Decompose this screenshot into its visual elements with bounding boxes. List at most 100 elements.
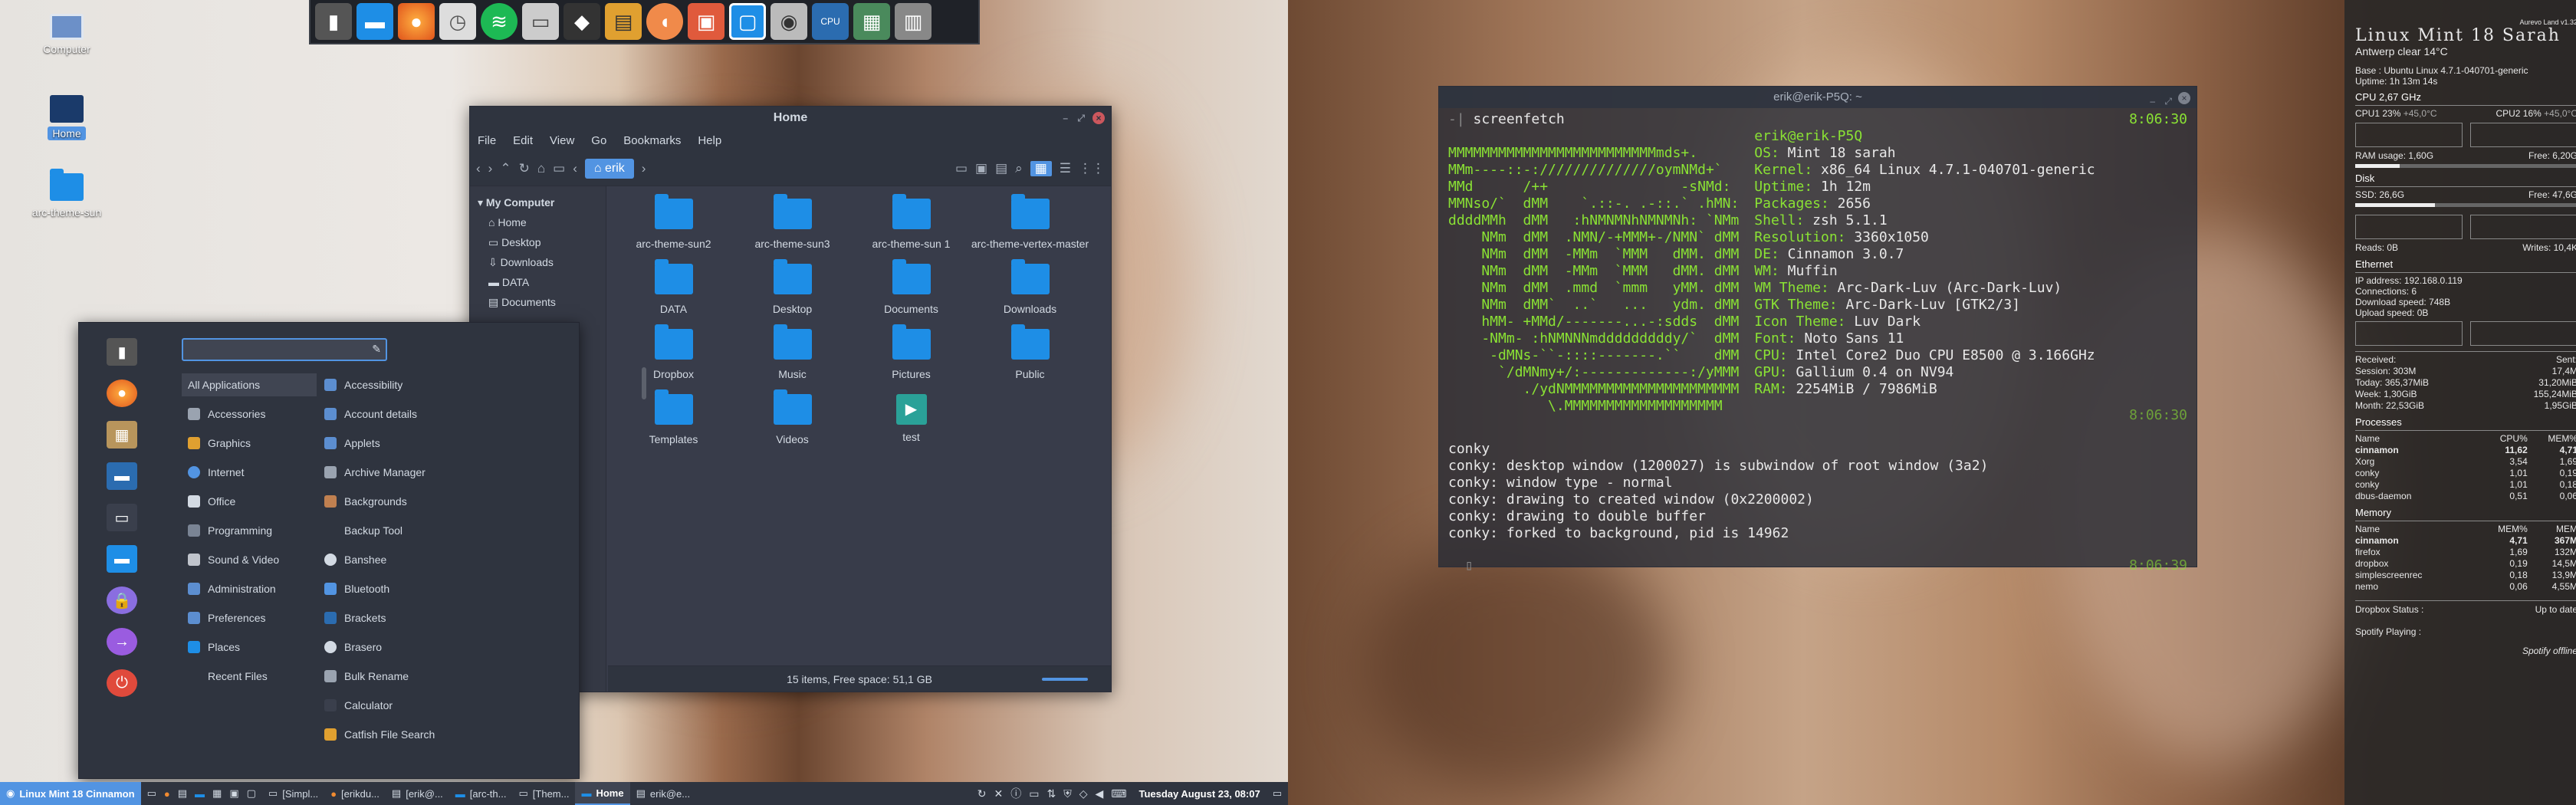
app-item[interactable]: Applets bbox=[321, 429, 567, 458]
image-viewer-icon[interactable]: ▭ bbox=[522, 3, 559, 40]
icon-view-icon[interactable]: ▦ bbox=[1030, 160, 1052, 176]
menu-edit[interactable]: Edit bbox=[513, 134, 533, 147]
forward-icon[interactable]: › bbox=[488, 161, 493, 176]
file-item[interactable]: arc-theme-vertex-master bbox=[971, 194, 1089, 250]
cpu-monitor-icon[interactable]: CPU bbox=[812, 3, 849, 40]
settings-icon[interactable]: ▬ bbox=[107, 462, 137, 490]
maximize-icon[interactable]: ⤢ bbox=[1077, 113, 1085, 124]
window-button[interactable]: ▤ [erik@... bbox=[386, 782, 449, 805]
app-launcher-icon[interactable]: ▢ bbox=[247, 787, 256, 800]
app-item[interactable]: Brasero bbox=[321, 632, 567, 662]
menu-help[interactable]: Help bbox=[698, 134, 721, 147]
volume-icon[interactable]: ◀ bbox=[1095, 787, 1103, 800]
app-item[interactable]: Backup Tool bbox=[321, 516, 567, 545]
menu-bookmarks[interactable]: Bookmarks bbox=[623, 134, 681, 147]
notifications-icon[interactable]: ⓘ bbox=[1010, 786, 1021, 801]
dock-app-icon[interactable]: ▮ bbox=[315, 3, 352, 40]
settings-icon[interactable]: ▥ bbox=[895, 3, 932, 40]
home-icon[interactable]: ⌂ bbox=[537, 161, 545, 176]
favorite-app-icon[interactable]: ▮ bbox=[107, 338, 137, 366]
sidebar-item-downloads[interactable]: ⇩ Downloads bbox=[478, 252, 598, 272]
tools-icon[interactable]: ✕ bbox=[994, 787, 1003, 800]
file-item[interactable]: Desktop bbox=[733, 259, 852, 315]
up-icon[interactable]: ⌃ bbox=[500, 161, 511, 176]
file-item[interactable]: arc-theme-sun2 bbox=[614, 194, 733, 250]
logout-icon[interactable]: → bbox=[107, 628, 137, 656]
category-preferences[interactable]: Preferences bbox=[182, 603, 317, 632]
search-input[interactable]: ✎ bbox=[182, 338, 387, 361]
search-icon[interactable]: ⌕ bbox=[1015, 161, 1023, 176]
files-icon[interactable]: ▬ bbox=[107, 545, 137, 573]
file-item[interactable]: DATA bbox=[614, 259, 733, 315]
window-titlebar[interactable]: erik@erik-P5Q: ~ – ⤢ × bbox=[1439, 87, 2196, 108]
menu-go[interactable]: Go bbox=[591, 134, 606, 147]
inkscape-icon[interactable]: ◆ bbox=[564, 3, 600, 40]
window-button[interactable]: ● [erikdu... bbox=[324, 782, 386, 805]
terminal-window[interactable]: erik@erik-P5Q: ~ – ⤢ × -| screenfetch 8:… bbox=[1438, 86, 2197, 573]
maximize-icon[interactable]: ⤢ bbox=[2164, 93, 2172, 110]
file-item[interactable]: Videos bbox=[733, 389, 852, 445]
file-item[interactable]: Dropbox bbox=[614, 324, 733, 380]
terminal-icon[interactable]: ▭ bbox=[955, 161, 968, 176]
files-icon[interactable]: ▬ bbox=[356, 3, 393, 40]
app-item[interactable]: Calculator bbox=[321, 691, 567, 720]
open-terminal-icon[interactable]: ▣ bbox=[975, 161, 987, 176]
file-item[interactable]: Pictures bbox=[852, 324, 971, 380]
list-view-icon[interactable]: ☰ bbox=[1060, 161, 1071, 176]
file-item[interactable]: Downloads bbox=[971, 259, 1089, 315]
app-item[interactable]: Backgrounds bbox=[321, 487, 567, 516]
file-item[interactable]: Music bbox=[733, 324, 852, 380]
file-item[interactable]: Templates bbox=[614, 389, 733, 445]
app-item[interactable]: Bulk Rename bbox=[321, 662, 567, 691]
workspace-switcher[interactable]: ▭ bbox=[1267, 782, 1288, 805]
screen-icon[interactable]: ▭ bbox=[1029, 787, 1039, 800]
keyboard-icon[interactable]: ⌨ bbox=[1111, 787, 1126, 800]
window-button-active[interactable]: ▬ Home bbox=[575, 782, 630, 805]
firefox-icon[interactable]: ● bbox=[398, 3, 435, 40]
minimize-icon[interactable]: – bbox=[2150, 93, 2155, 110]
package-icon[interactable]: ▦ bbox=[107, 421, 137, 449]
reload-icon[interactable]: ↻ bbox=[519, 161, 530, 176]
file-item[interactable]: arc-theme-sun 1 bbox=[852, 194, 971, 250]
close-icon[interactable]: × bbox=[2178, 92, 2190, 104]
show-desktop-icon[interactable]: ▭ bbox=[147, 787, 156, 800]
category-places[interactable]: Places bbox=[182, 632, 317, 662]
file-item[interactable]: Documents bbox=[852, 259, 971, 315]
category-office[interactable]: Office bbox=[182, 487, 317, 516]
sidebar-item-data[interactable]: ▬ DATA bbox=[478, 272, 598, 292]
app-item[interactable]: Accessibility bbox=[321, 370, 567, 399]
shield-icon[interactable]: ⛨ bbox=[1063, 787, 1072, 800]
category-all[interactable]: All Applications bbox=[182, 373, 317, 396]
clock[interactable]: Tuesday August 23, 08:07 bbox=[1132, 782, 1266, 805]
back-icon[interactable]: ‹ bbox=[476, 161, 481, 176]
menu-view[interactable]: View bbox=[550, 134, 574, 147]
file-item[interactable]: arc-theme-sun3 bbox=[733, 194, 852, 250]
desktop-icon-computer[interactable]: Computer bbox=[25, 14, 109, 55]
window-button[interactable]: ▤ erik@e... bbox=[630, 782, 697, 805]
sidebar-item-home[interactable]: ⌂ Home bbox=[478, 212, 598, 232]
refresh-icon[interactable]: ↻ bbox=[978, 787, 987, 800]
terminal-icon[interactable]: ▤ bbox=[178, 787, 187, 800]
category-graphics[interactable]: Graphics bbox=[182, 429, 317, 458]
app-item[interactable]: Brackets bbox=[321, 603, 567, 632]
category-administration[interactable]: Administration bbox=[182, 574, 317, 603]
firefox-icon[interactable]: ● bbox=[164, 788, 170, 800]
category-programming[interactable]: Programming bbox=[182, 516, 317, 545]
photos-icon[interactable]: ▦ bbox=[853, 3, 890, 40]
computer-icon[interactable]: ▭ bbox=[553, 161, 565, 176]
terminal-app-icon[interactable]: ▤ bbox=[605, 3, 642, 40]
new-folder-icon[interactable]: ▤ bbox=[995, 161, 1007, 176]
sidebar-item-desktop[interactable]: ▭ Desktop bbox=[478, 232, 598, 252]
breadcrumb-left-icon[interactable]: ‹ bbox=[573, 161, 577, 176]
app-item[interactable]: Banshee bbox=[321, 545, 567, 574]
window-button[interactable]: ▭ [Simpl... bbox=[262, 782, 324, 805]
file-item[interactable]: ▶ test bbox=[852, 394, 971, 445]
app-item[interactable]: Archive Manager bbox=[321, 458, 567, 487]
firefox-icon[interactable]: ● bbox=[107, 380, 137, 407]
terminal-icon[interactable]: ▭ bbox=[107, 504, 137, 531]
settings-icon[interactable]: ▦ bbox=[212, 787, 222, 800]
breadcrumb[interactable]: ⌂ erik bbox=[584, 158, 634, 179]
category-internet[interactable]: Internet bbox=[182, 458, 317, 487]
sidebar-header[interactable]: ▾ My Computer bbox=[478, 192, 598, 212]
screenshot-icon[interactable]: ▣ bbox=[229, 787, 238, 800]
